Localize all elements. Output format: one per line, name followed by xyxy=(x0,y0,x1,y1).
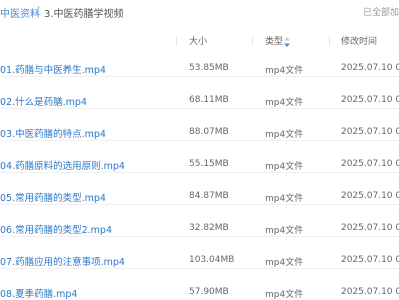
file-type: mp4文件 xyxy=(265,290,304,300)
file-size: 57.90MB xyxy=(189,287,229,297)
table-row[interactable]: 05.常用药膳的类型.mp4 84.87MB mp4文件 2025.07.10 … xyxy=(0,164,399,205)
file-modified-time: 2025.07.10 06:0 xyxy=(341,287,399,297)
table-row[interactable]: 04.药膳原料的选用原则.mp4 55.15MB mp4文件 2025.07.1… xyxy=(0,132,399,173)
table-row[interactable]: 07.药膳应用的注意事项.mp4 103.04MB mp4文件 2025.07.… xyxy=(0,228,399,269)
breadcrumb-separator: / xyxy=(36,5,40,16)
table-row[interactable]: 03.中医药膳的特点.mp4 88.07MB mp4文件 2025.07.10 … xyxy=(0,100,399,141)
loaded-status-text: 已全部加 xyxy=(362,8,399,18)
breadcrumb-current-folder: 3.中医药膳学视频 xyxy=(44,9,124,20)
file-name-link[interactable]: 08.夏季药膳.mp4 xyxy=(0,286,77,300)
breadcrumb-root-link[interactable]: 中医资料 xyxy=(0,5,40,20)
file-browser-page: 中医资料 / 3.中医药膳学视频 已全部加 大小 类型 修改时间 01.药膳与中… xyxy=(0,0,399,300)
table-row[interactable]: 01.药膳与中医养生.mp4 53.85MB mp4文件 2025.07.10 … xyxy=(0,36,399,77)
breadcrumb: 中医资料 / 3.中医药膳学视频 已全部加 xyxy=(0,0,399,24)
table-row[interactable]: 06.常用药膳的类型2.mp4 32.82MB mp4文件 2025.07.10… xyxy=(0,196,399,237)
table-row[interactable]: 02.什么是药膳.mp4 68.11MB mp4文件 2025.07.10 06… xyxy=(0,68,399,109)
table-row[interactable]: 08.夏季药膳.mp4 57.90MB mp4文件 2025.07.10 06:… xyxy=(0,260,399,300)
